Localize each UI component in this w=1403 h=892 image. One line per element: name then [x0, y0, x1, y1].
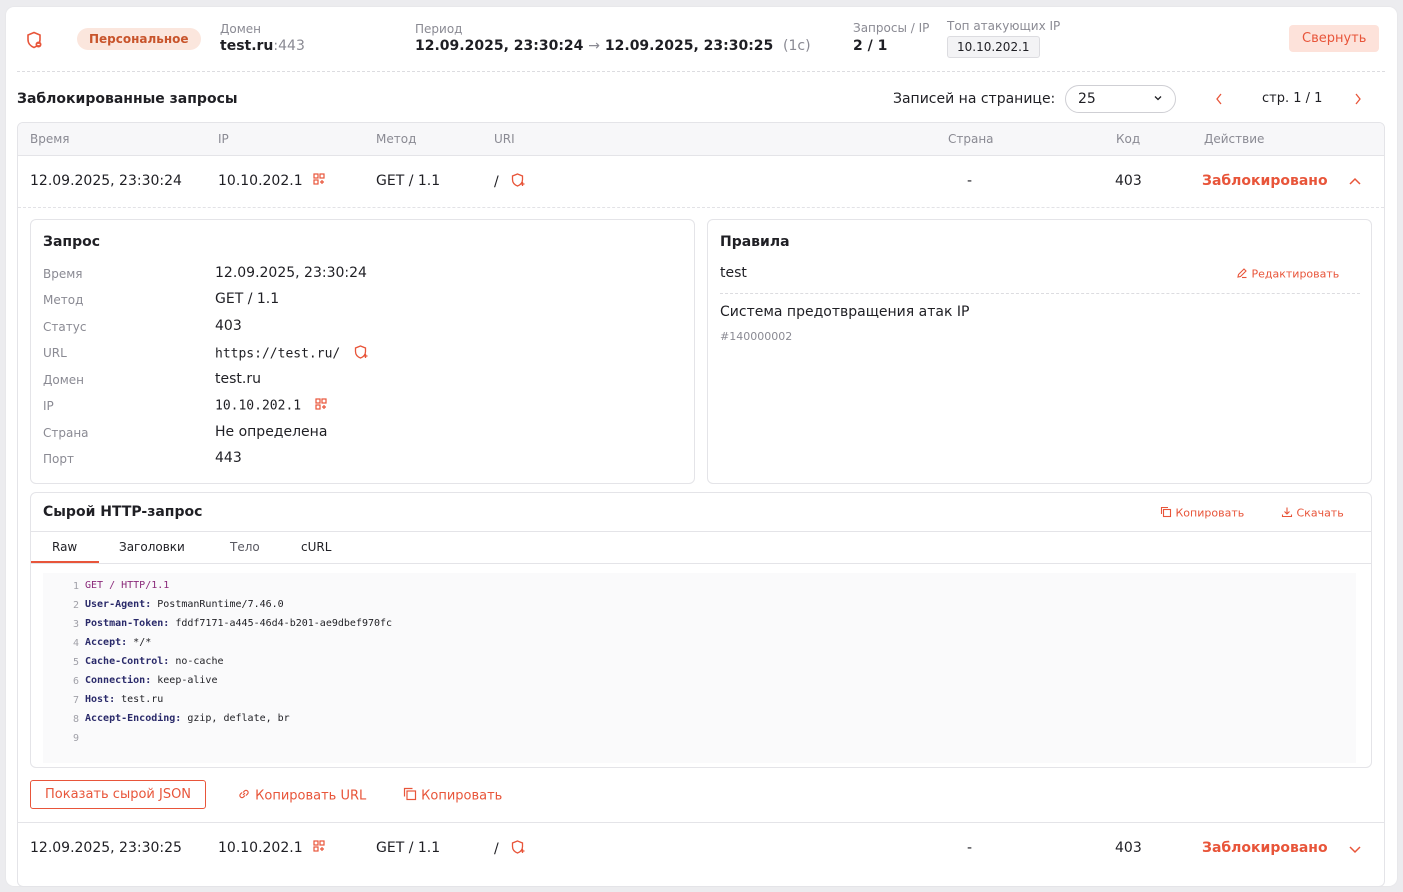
raw-card-title: Сырой HTTP-запрос: [43, 504, 203, 520]
shield-plus-icon[interactable]: [354, 345, 369, 363]
shield-plus-icon[interactable]: [511, 840, 526, 858]
chevron-up-icon[interactable]: [1348, 174, 1362, 190]
system-id: #140000002: [720, 330, 793, 343]
copy-raw-button[interactable]: Копировать: [1160, 506, 1244, 521]
status-badge: Заблокировано: [1202, 173, 1328, 189]
copy-url-button[interactable]: Копировать URL: [237, 787, 366, 805]
copy-button[interactable]: Копировать: [403, 787, 502, 805]
tab-raw[interactable]: Raw: [52, 540, 77, 554]
download-icon: [1281, 506, 1293, 521]
ip-filter-icon[interactable]: [315, 398, 327, 414]
raw-code-block: 1 GET / HTTP/1.1 2 User-Agent: PostmanRu…: [43, 573, 1356, 763]
rules-divider: [720, 293, 1360, 294]
table-row[interactable]: 12.09.2025, 23:30:24 10.10.202.1 GET / 1…: [18, 156, 1384, 208]
prev-page-button[interactable]: [1214, 91, 1224, 110]
requests-table: Время IP Метод URI Страна Код Действие 1…: [17, 122, 1385, 887]
th-action: Действие: [1204, 132, 1265, 146]
url-value: https://test.ru/: [215, 346, 341, 362]
download-raw-button[interactable]: Скачать: [1281, 506, 1344, 521]
edit-icon: [1236, 267, 1248, 282]
mode-badge: Персональное: [77, 28, 201, 50]
tab-body[interactable]: Тело: [230, 540, 260, 554]
status-badge: Заблокировано: [1202, 840, 1328, 856]
ip-filter-icon[interactable]: [313, 173, 325, 189]
next-page-button[interactable]: [1353, 91, 1363, 110]
requests-label: Запросы / IP: [853, 21, 930, 35]
period-value: 12.09.2025, 23:30:24 → 12.09.2025, 23:30…: [415, 38, 811, 54]
th-ip: IP: [218, 132, 229, 146]
per-page-label: Записей на странице:: [893, 91, 1056, 107]
table-row[interactable]: 12.09.2025, 23:30:25 10.10.202.1 GET / 1…: [18, 822, 1384, 874]
tab-curl[interactable]: cURL: [301, 540, 331, 554]
page-info: стр. 1 / 1: [1262, 91, 1323, 106]
copy-icon: [1160, 506, 1172, 521]
blocked-requests-panel: Персональное Домен test.ru:443 Период 12…: [6, 7, 1397, 887]
th-time: Время: [30, 132, 70, 146]
tab-headers[interactable]: Заголовки: [119, 540, 185, 554]
th-uri: URI: [494, 132, 515, 146]
table-header: Время IP Метод URI Страна Код Действие: [18, 123, 1384, 156]
system-name: Система предотвращения атак IP: [720, 304, 970, 320]
requests-value: 2 / 1: [853, 38, 888, 54]
shield-plus-icon[interactable]: [511, 173, 526, 191]
collapse-button[interactable]: Свернуть: [1289, 25, 1380, 52]
active-tab-indicator: [31, 561, 99, 563]
chevron-down-icon[interactable]: [1348, 843, 1362, 859]
rule-name: test: [720, 265, 747, 281]
th-method: Метод: [376, 132, 417, 146]
th-code: Код: [1116, 132, 1141, 146]
period-label: Период: [415, 22, 463, 36]
top-ip-label: Топ атакующих IP: [947, 19, 1061, 33]
link-icon: [237, 787, 251, 805]
show-raw-json-button[interactable]: Показать сырой JSON: [30, 780, 207, 809]
edit-rule-button[interactable]: Редактировать: [1236, 267, 1339, 282]
domain-label: Домен: [220, 22, 261, 36]
shield-alert-icon: [25, 31, 43, 53]
request-details-card: Запрос Время 12.09.2025, 23:30:24 Метод …: [30, 219, 695, 484]
raw-http-card: Сырой HTTP-запрос Копировать Скачать Raw…: [30, 492, 1372, 768]
request-card-title: Запрос: [43, 234, 101, 250]
raw-tabs: Raw Заголовки Тело cURL: [31, 531, 1371, 564]
copy-icon: [403, 787, 417, 805]
th-country: Страна: [948, 132, 994, 146]
ip-filter-icon[interactable]: [313, 840, 325, 856]
top-ip-chip[interactable]: 10.10.202.1: [947, 36, 1040, 58]
section-title: Заблокированные запросы: [17, 91, 238, 107]
header-divider: [17, 71, 1385, 72]
rules-card-title: Правила: [720, 234, 790, 250]
ip-value: 10.10.202.1: [215, 398, 302, 414]
chevron-down-icon: [1153, 91, 1163, 107]
rules-card: Правила test Редактировать Система предо…: [707, 219, 1372, 484]
per-page-select[interactable]: 25: [1065, 85, 1176, 113]
domain-value: test.ru:443: [220, 38, 305, 54]
